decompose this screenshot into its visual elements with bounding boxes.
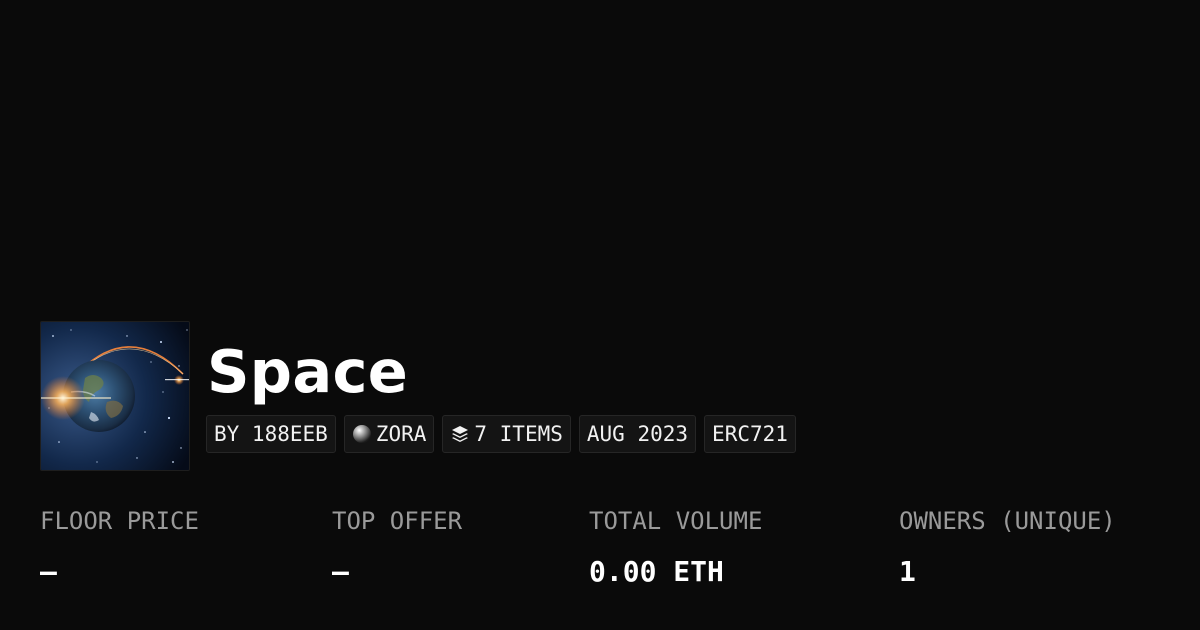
floor-price-stat: FLOOR PRICE —: [40, 505, 199, 589]
collection-title: Space: [207, 337, 409, 406]
total-volume-label: TOTAL VOLUME: [589, 507, 763, 535]
chain-label: ZORA: [375, 422, 427, 446]
top-offer-value: —: [332, 555, 349, 588]
items-count: 7 ITEMS: [474, 422, 563, 446]
owners-stat: OWNERS (UNIQUE) 1: [899, 505, 1116, 589]
zora-orb-icon: [352, 424, 372, 444]
collection-card: Space BY 188EEB ZORA 7 ITEMS AUG 2023 ER…: [0, 0, 1200, 630]
floor-price-value: —: [40, 555, 57, 588]
date-tag: AUG 2023: [578, 415, 697, 453]
items-tag[interactable]: 7 ITEMS: [442, 415, 571, 453]
standard-label: ERC721: [712, 422, 788, 446]
standard-tag: ERC721: [704, 415, 796, 453]
collection-thumbnail: [40, 321, 190, 471]
owners-value: 1: [899, 555, 916, 588]
layers-icon: [450, 424, 470, 444]
creator-tag[interactable]: BY 188EEB: [206, 415, 336, 453]
floor-price-label: FLOOR PRICE: [40, 507, 199, 535]
top-offer-label: TOP OFFER: [332, 507, 463, 535]
creator-label: BY 188EEB: [214, 422, 328, 446]
collection-tags: BY 188EEB ZORA 7 ITEMS AUG 2023 ERC721: [206, 415, 796, 455]
planet-earth-image: [41, 322, 189, 470]
total-volume-stat: TOTAL VOLUME 0.00 ETH: [589, 505, 762, 589]
owners-label: OWNERS (UNIQUE): [899, 507, 1116, 535]
top-offer-stat: TOP OFFER —: [332, 505, 462, 589]
total-volume-value: 0.00 ETH: [589, 555, 724, 588]
date-label: AUG 2023: [586, 422, 689, 446]
chain-tag[interactable]: ZORA: [343, 415, 435, 453]
